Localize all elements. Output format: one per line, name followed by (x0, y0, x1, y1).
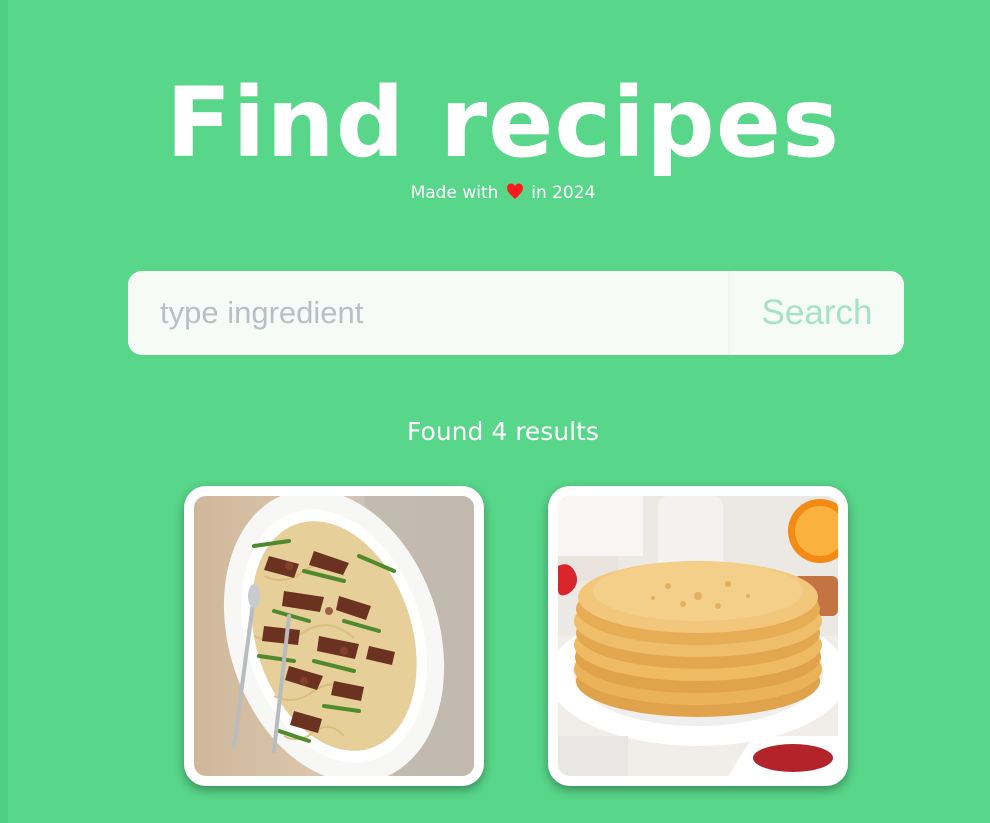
subtitle-prefix: Made with (410, 183, 504, 203)
subtitle-suffix: in 2024 (525, 183, 596, 203)
results-count: Found 4 results (407, 417, 599, 446)
recipe-image-pancakes (558, 496, 838, 776)
recipe-card[interactable] (184, 486, 484, 786)
recipe-image-beef-asparagus (194, 496, 474, 776)
page: Find recipes Made with in 2024 Search Fo… (0, 0, 990, 823)
heart-icon (506, 183, 523, 206)
search-bar: Search (128, 271, 904, 355)
page-subtitle: Made with in 2024 (8, 182, 990, 206)
search-button[interactable]: Search (730, 271, 904, 355)
page-title: Find recipes (165, 67, 841, 179)
search-input[interactable] (128, 271, 728, 355)
recipe-card[interactable] (548, 486, 848, 786)
